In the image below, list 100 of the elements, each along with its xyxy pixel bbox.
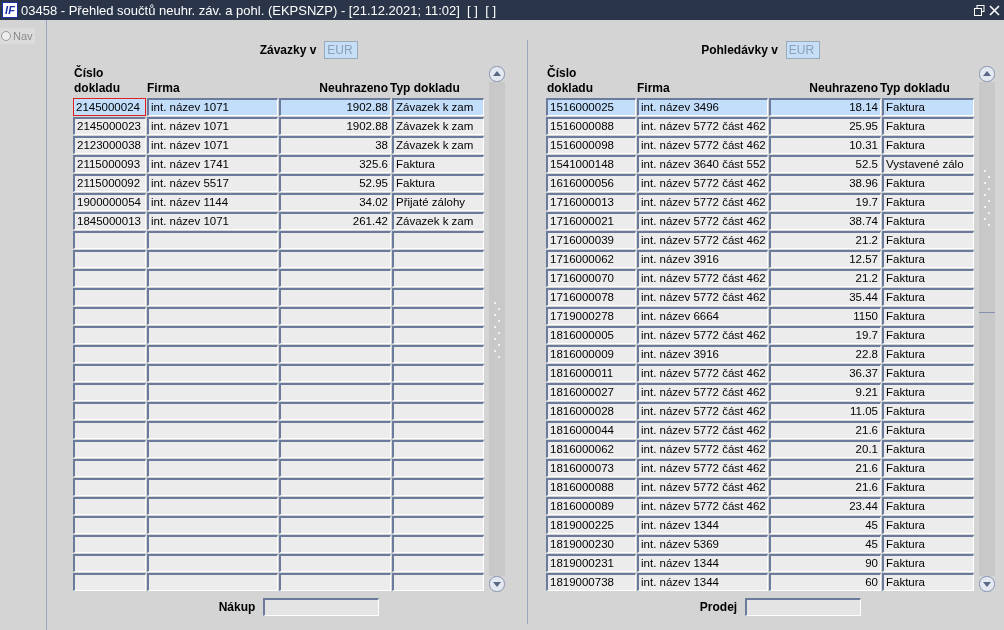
- table-cell[interactable]: Faktura: [882, 535, 974, 553]
- table-row[interactable]: 2123000038 int. název 1071 38 Závazek k zam: [73, 136, 485, 155]
- table-cell[interactable]: Faktura: [882, 383, 974, 401]
- table-cell[interactable]: int. název 5772 část 462: [637, 421, 768, 439]
- table-cell[interactable]: Faktura: [882, 573, 974, 591]
- close-icon[interactable]: [989, 4, 1000, 16]
- table-cell[interactable]: int. název 6664: [637, 307, 768, 325]
- table-cell[interactable]: Faktura: [882, 402, 974, 420]
- table-row[interactable]: 1516000098 int. název 5772 část 462 10.31 Faktura: [546, 136, 975, 155]
- table-cell[interactable]: 38: [279, 136, 391, 154]
- table-row[interactable]: 2145000023 int. název 1071 1902.88 Závazek k zam: [73, 117, 485, 136]
- table-cell[interactable]: 1819000230: [546, 535, 636, 553]
- table-cell[interactable]: 12.57: [769, 250, 881, 268]
- table-cell[interactable]: 21.6: [769, 421, 881, 439]
- table-row[interactable]: 1816000044 int. název 5772 část 462 21.6 Faktura: [546, 421, 975, 440]
- table-cell[interactable]: Faktura: [392, 155, 484, 173]
- table-row[interactable]: 2115000092 int. název 5517 52.95 Faktura: [73, 174, 485, 193]
- table-cell[interactable]: Faktura: [882, 497, 974, 515]
- table-cell[interactable]: Faktura: [882, 421, 974, 439]
- table-cell[interactable]: 52.5: [769, 155, 881, 173]
- table-cell[interactable]: 35.44: [769, 288, 881, 306]
- table-cell[interactable]: int. název 1071: [147, 136, 278, 154]
- table-cell[interactable]: int. název 5772 část 462: [637, 269, 768, 287]
- table-cell[interactable]: int. název 1344: [637, 573, 768, 591]
- table-row[interactable]: 1819000231 int. název 1344 90 Faktura: [546, 554, 975, 573]
- table-cell[interactable]: int. název 5772 část 462: [637, 459, 768, 477]
- table-cell[interactable]: 1716000078: [546, 288, 636, 306]
- table-cell[interactable]: 1816000073: [546, 459, 636, 477]
- table-cell[interactable]: 90: [769, 554, 881, 572]
- table-cell[interactable]: int. název 5772 část 462: [637, 326, 768, 344]
- table-cell[interactable]: 1516000025: [546, 98, 636, 116]
- total-field[interactable]: [745, 598, 862, 616]
- table-cell[interactable]: 1819000225: [546, 516, 636, 534]
- table-cell[interactable]: Faktura: [882, 174, 974, 192]
- table-cell[interactable]: Faktura: [882, 98, 974, 116]
- table-cell[interactable]: int. název 5772 část 462: [637, 231, 768, 249]
- table-cell[interactable]: Faktura: [882, 212, 974, 230]
- scroll-down-button[interactable]: [979, 576, 995, 592]
- table-cell[interactable]: 1816000005: [546, 326, 636, 344]
- table-row[interactable]: 1816000062 int. název 5772 část 462 20.1 Faktura: [546, 440, 975, 459]
- table-cell[interactable]: 1716000039: [546, 231, 636, 249]
- table-cell[interactable]: Závazek k zam: [392, 98, 484, 116]
- table-cell[interactable]: int. název 5772 část 462: [637, 478, 768, 496]
- table-cell[interactable]: int. název 5772 část 462: [637, 212, 768, 230]
- table-cell[interactable]: 1900000054: [73, 193, 146, 211]
- table-cell[interactable]: Faktura: [882, 231, 974, 249]
- table-cell[interactable]: 1816000028: [546, 402, 636, 420]
- table-cell[interactable]: 21.2: [769, 231, 881, 249]
- table-cell[interactable]: Faktura: [882, 193, 974, 211]
- table-row[interactable]: 1616000056 int. název 5772 část 462 38.96 Faktura: [546, 174, 975, 193]
- table-cell[interactable]: 261.42: [279, 212, 391, 230]
- table-cell[interactable]: 18.14: [769, 98, 881, 116]
- table-row[interactable]: 1845000013 int. název 1071 261.42 Závazek k zam: [73, 212, 485, 231]
- table-cell[interactable]: Faktura: [882, 440, 974, 458]
- table-row[interactable]: 1516000088 int. název 5772 část 462 25.95 Faktura: [546, 117, 975, 136]
- table-row[interactable]: 2145000024 int. název 1071 1902.88 Závazek k zam: [73, 98, 485, 117]
- table-row[interactable]: 1816000027 int. název 5772 část 462 9.21 Faktura: [546, 383, 975, 402]
- table-cell[interactable]: int. název 5772 část 462: [637, 402, 768, 420]
- table-cell[interactable]: 38.96: [769, 174, 881, 192]
- table-cell[interactable]: Vystavené zálo: [882, 155, 974, 173]
- scroll-up-button[interactable]: [979, 66, 995, 82]
- table-row[interactable]: 1541000148 int. název 3640 část 552 52.5 Vystavené zálo: [546, 155, 975, 174]
- table-cell[interactable]: Závazek k zam: [392, 212, 484, 230]
- table-row[interactable]: 1816000089 int. název 5772 část 462 23.44 Faktura: [546, 497, 975, 516]
- table-cell[interactable]: Faktura: [882, 269, 974, 287]
- table-cell[interactable]: int. název 5772 část 462: [637, 364, 768, 382]
- table-cell[interactable]: 1719000278: [546, 307, 636, 325]
- table-cell[interactable]: 2115000092: [73, 174, 146, 192]
- table-cell[interactable]: int. název 1344: [637, 516, 768, 534]
- table-cell[interactable]: 1716000062: [546, 250, 636, 268]
- table-cell[interactable]: 22.8: [769, 345, 881, 363]
- table-cell[interactable]: 38.74: [769, 212, 881, 230]
- table-cell[interactable]: Faktura: [882, 478, 974, 496]
- table-cell[interactable]: 45: [769, 535, 881, 553]
- table-cell[interactable]: 1716000021: [546, 212, 636, 230]
- table-cell[interactable]: 1816000027: [546, 383, 636, 401]
- table-cell[interactable]: Faktura: [392, 174, 484, 192]
- total-field[interactable]: [263, 598, 380, 616]
- table-cell[interactable]: Faktura: [882, 326, 974, 344]
- table-cell[interactable]: 19.7: [769, 326, 881, 344]
- table-row[interactable]: 1816000009 int. název 3916 22.8 Faktura: [546, 345, 975, 364]
- table-cell[interactable]: 1816000088: [546, 478, 636, 496]
- table-cell[interactable]: 11.05: [769, 402, 881, 420]
- table-cell[interactable]: 21.6: [769, 478, 881, 496]
- table-cell[interactable]: 19.7: [769, 193, 881, 211]
- table-cell[interactable]: int. název 5772 část 462: [637, 136, 768, 154]
- scroll-down-button[interactable]: [489, 576, 505, 592]
- table-cell[interactable]: 1819000738: [546, 573, 636, 591]
- table-row[interactable]: 1819000738 int. název 1344 60 Faktura: [546, 573, 975, 592]
- table-cell[interactable]: 2145000023: [73, 117, 146, 135]
- table-cell[interactable]: Faktura: [882, 288, 974, 306]
- table-cell[interactable]: 1616000056: [546, 174, 636, 192]
- table-cell[interactable]: Faktura: [882, 250, 974, 268]
- table-cell[interactable]: Faktura: [882, 554, 974, 572]
- table-row[interactable]: 1516000025 int. název 3496 18.14 Faktura: [546, 98, 975, 117]
- table-cell[interactable]: Faktura: [882, 516, 974, 534]
- table-cell[interactable]: 1819000231: [546, 554, 636, 572]
- table-cell[interactable]: 1902.88: [279, 98, 391, 116]
- table-row[interactable]: 1816000028 int. název 5772 část 462 11.05 Faktura: [546, 402, 975, 421]
- table-row[interactable]: 1716000039 int. název 5772 část 462 21.2 Faktura: [546, 231, 975, 250]
